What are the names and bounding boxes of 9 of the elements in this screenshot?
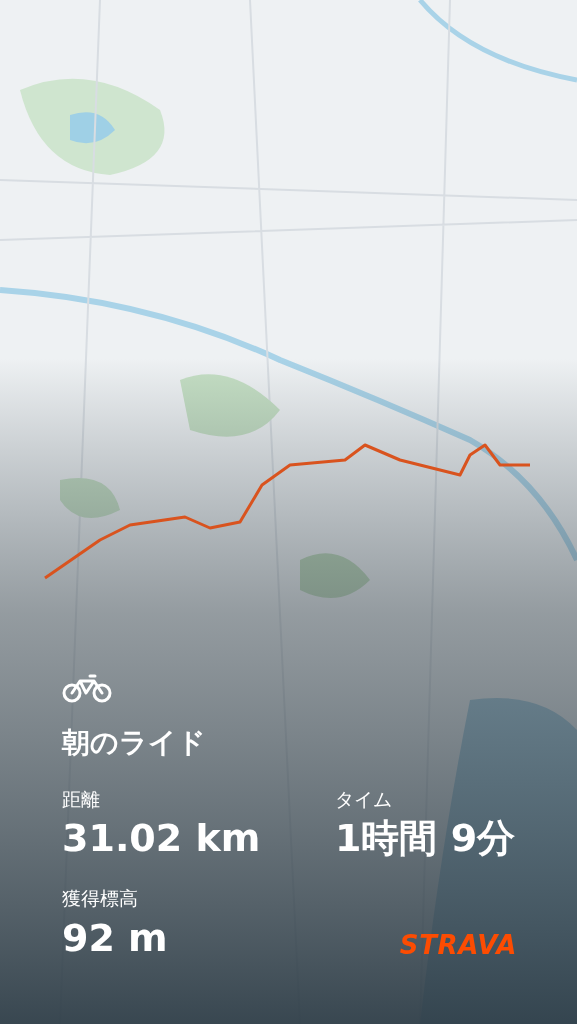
stat-label: 距離 [62, 787, 101, 812]
stat-value: 31.02 km [62, 815, 262, 863]
stat-value: 92 m [62, 914, 169, 962]
stat-label: タイム [335, 787, 393, 812]
activity-title: 朝のライド [62, 724, 207, 760]
brand-logo: STRAVA [399, 932, 517, 958]
stat-label: 獲得標高 [62, 886, 139, 911]
stat-value: 1時間 9分 [335, 815, 517, 863]
bicycle-icon [62, 672, 112, 703]
